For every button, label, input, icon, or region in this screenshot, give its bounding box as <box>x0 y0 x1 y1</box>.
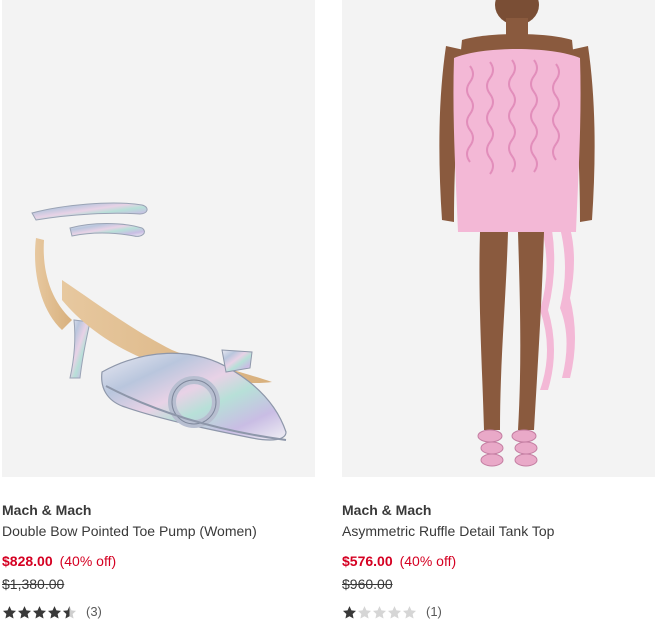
product-image-dress[interactable] <box>342 0 655 477</box>
review-count[interactable]: (1) <box>426 604 442 620</box>
product-image-shoe[interactable] <box>2 0 315 477</box>
rating-row[interactable]: (1) <box>342 604 655 620</box>
product-title[interactable]: Double Bow Pointed Toe Pump (Women) <box>2 523 315 540</box>
star-filled-icon <box>17 605 32 620</box>
product-brand[interactable]: Mach & Mach <box>342 502 655 519</box>
star-half-icon <box>62 605 77 620</box>
star-empty-icon <box>387 605 402 620</box>
product-brand[interactable]: Mach & Mach <box>2 502 315 519</box>
rating-row[interactable]: (3) <box>2 604 315 620</box>
review-count[interactable]: (3) <box>86 604 102 620</box>
star-empty-icon <box>372 605 387 620</box>
star-filled-icon <box>342 605 357 620</box>
original-price: $960.00 <box>342 576 393 592</box>
product-title[interactable]: Asymmetric Ruffle Detail Tank Top <box>342 523 655 540</box>
star-filled-icon <box>47 605 62 620</box>
product-card[interactable]: Mach & Mach Double Bow Pointed Toe Pump … <box>2 0 315 620</box>
sale-price: $576.00 <box>342 553 393 569</box>
price-row: $828.00 (40% off) <box>2 553 315 570</box>
price-row: $576.00 (40% off) <box>342 553 655 570</box>
star-filled-icon <box>2 605 17 620</box>
dress-illustration <box>439 0 595 467</box>
product-card[interactable]: Mach & Mach Asymmetric Ruffle Detail Tan… <box>342 0 655 620</box>
original-price: $1,380.00 <box>2 576 65 592</box>
pump-illustration <box>31 202 287 441</box>
star-empty-icon <box>402 605 417 620</box>
star-rating <box>2 605 77 620</box>
star-filled-icon <box>32 605 47 620</box>
star-rating <box>342 605 417 620</box>
star-empty-icon <box>357 605 372 620</box>
discount-label: (40% off) <box>399 553 457 569</box>
discount-label: (40% off) <box>59 553 117 569</box>
sale-price: $828.00 <box>2 553 53 569</box>
